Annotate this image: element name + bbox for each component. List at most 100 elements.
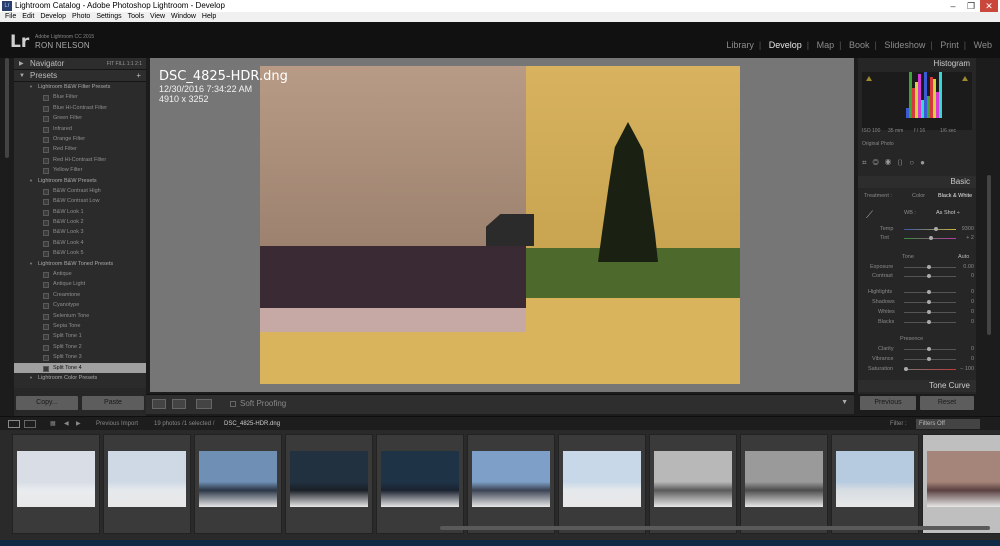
spot-removal-icon[interactable]: ◎ [873,158,885,167]
paste-button[interactable]: Paste [82,396,144,410]
menu-file[interactable]: File [5,12,16,22]
soft-proofing-toggle[interactable]: Soft Proofing [230,399,286,408]
preset-folder[interactable]: Lightroom B&W Toned Presets [14,259,146,270]
preset-item[interactable]: Antique [14,269,146,279]
preset-item[interactable]: Sepia Tone [14,321,146,331]
contrast-slider-knob[interactable] [927,274,931,278]
filmstrip-thumb[interactable] [558,434,646,534]
module-slideshow[interactable]: Slideshow [884,40,925,50]
filmstrip-scrollbar[interactable] [440,526,990,530]
exposure-slider-knob[interactable] [927,265,931,269]
preset-item[interactable]: Split Tone 1 [14,331,146,341]
clarity-value[interactable]: 0 [954,346,974,352]
presets-header[interactable]: ▼ Presets + [14,70,146,82]
filter-dropdown[interactable]: Filters Off [916,419,980,429]
forward-arrow-icon[interactable]: ▶ [76,417,81,431]
main-window-icon[interactable] [8,420,20,428]
menu-window[interactable]: Window [171,12,196,22]
preset-item[interactable]: B&W Look 5 [14,248,146,258]
filmstrip-thumb[interactable] [649,434,737,534]
preset-folder[interactable]: Lightroom B&W Presets [14,176,146,187]
preset-item[interactable]: B&W Look 2 [14,217,146,227]
menu-view[interactable]: View [150,12,165,22]
contrast-value[interactable]: 0 [954,273,974,279]
zoom-options[interactable]: FIT FILL 1:1 2:1 [107,58,142,70]
preset-folder[interactable]: Lightroom B&W Filter Presets [14,82,146,93]
preset-item[interactable]: Split Tone 3 [14,352,146,362]
clipping-indicator-icon[interactable] [866,76,872,81]
right-scrollbar[interactable] [987,175,991,335]
module-web[interactable]: Web [974,40,992,50]
navigator-header[interactable]: ▶ Navigator FIT FILL 1:1 2:1 [14,58,146,70]
saturation-value[interactable]: – 100 [954,366,974,372]
redeye-icon[interactable]: ◉ [885,158,897,167]
preset-item[interactable]: B&W Look 3 [14,227,146,237]
graduated-filter-icon[interactable]: ▯ [897,158,909,167]
preset-item[interactable]: Red Filter [14,144,146,154]
filmstrip-thumb[interactable] [376,434,464,534]
filmstrip-thumb[interactable] [831,434,919,534]
temp-slider-knob[interactable] [934,227,938,231]
grid-view-icon[interactable]: ▦ [50,417,56,431]
preset-item[interactable]: Green Filter [14,113,146,123]
original-photo-label[interactable]: Original Photo [862,141,894,147]
swap-icon[interactable] [196,399,212,409]
saturation-slider[interactable] [904,369,956,370]
preset-item[interactable]: Orange Filter [14,134,146,144]
histogram-header[interactable]: Histogram [858,58,976,70]
module-map[interactable]: Map [817,40,835,50]
filmstrip-source[interactable]: Previous Import [96,417,138,431]
temp-value[interactable]: 9300 [954,226,974,232]
previous-button[interactable]: Previous [860,396,916,410]
menu-develop[interactable]: Develop [40,12,66,22]
preset-item[interactable]: B&W Look 1 [14,207,146,217]
close-icon[interactable]: ✕ [980,0,998,12]
histogram[interactable] [862,72,972,130]
vibrance-value[interactable]: 0 [954,356,974,362]
maximize-icon[interactable]: ❐ [964,0,978,12]
shadows-value[interactable]: 0 [954,299,974,305]
tint-slider-knob[interactable] [929,236,933,240]
filmstrip-thumb[interactable] [922,434,1000,534]
filmstrip-thumb[interactable] [285,434,373,534]
menu-tools[interactable]: Tools [128,12,144,22]
module-print[interactable]: Print [940,40,959,50]
clarity-slider-knob[interactable] [927,347,931,351]
adjustment-brush-icon[interactable]: ● [920,158,931,167]
preset-item[interactable]: Yellow Filter [14,165,146,175]
preset-item[interactable]: Split Tone 2 [14,342,146,352]
auto-tone-button[interactable]: Auto [958,254,969,260]
filmstrip-thumb[interactable] [740,434,828,534]
whites-slider-knob[interactable] [927,310,931,314]
highlights-slider-knob[interactable] [927,290,931,294]
module-develop[interactable]: Develop [769,40,802,50]
preset-item[interactable]: Antique Light [14,279,146,289]
toolbar-menu-icon[interactable]: ▼ [841,399,848,406]
preset-item[interactable]: Blue Hi-Contrast Filter [14,103,146,113]
filmstrip-thumb[interactable] [467,434,555,534]
preset-folder[interactable]: Lightroom Color Presets [14,373,146,384]
preset-item[interactable]: Selenium Tone [14,311,146,321]
preset-item[interactable]: Infrared [14,124,146,134]
preset-item[interactable]: B&W Look 4 [14,238,146,248]
whites-value[interactable]: 0 [954,309,974,315]
shadows-slider-knob[interactable] [927,300,931,304]
add-preset-icon[interactable]: + [136,70,141,82]
back-arrow-icon[interactable]: ◀ [64,417,69,431]
module-library[interactable]: Library [726,40,754,50]
preset-item[interactable]: B&W Contrast High [14,186,146,196]
loupe-view-icon[interactable] [152,399,166,409]
menu-photo[interactable]: Photo [72,12,90,22]
minimize-icon[interactable]: – [946,0,960,12]
blacks-slider-knob[interactable] [927,320,931,324]
image-viewport[interactable] [150,58,854,392]
menu-edit[interactable]: Edit [22,12,34,22]
menu-settings[interactable]: Settings [96,12,121,22]
treatment-bw[interactable]: Black & White [938,193,972,199]
preset-item[interactable]: Blue Filter [14,92,146,102]
filmstrip-thumb[interactable] [12,434,100,534]
vibrance-slider-knob[interactable] [927,357,931,361]
basic-header[interactable]: Basic [858,176,976,188]
white-balance-picker-icon[interactable]: ⟋ [866,210,873,221]
reset-button[interactable]: Reset [920,396,974,410]
